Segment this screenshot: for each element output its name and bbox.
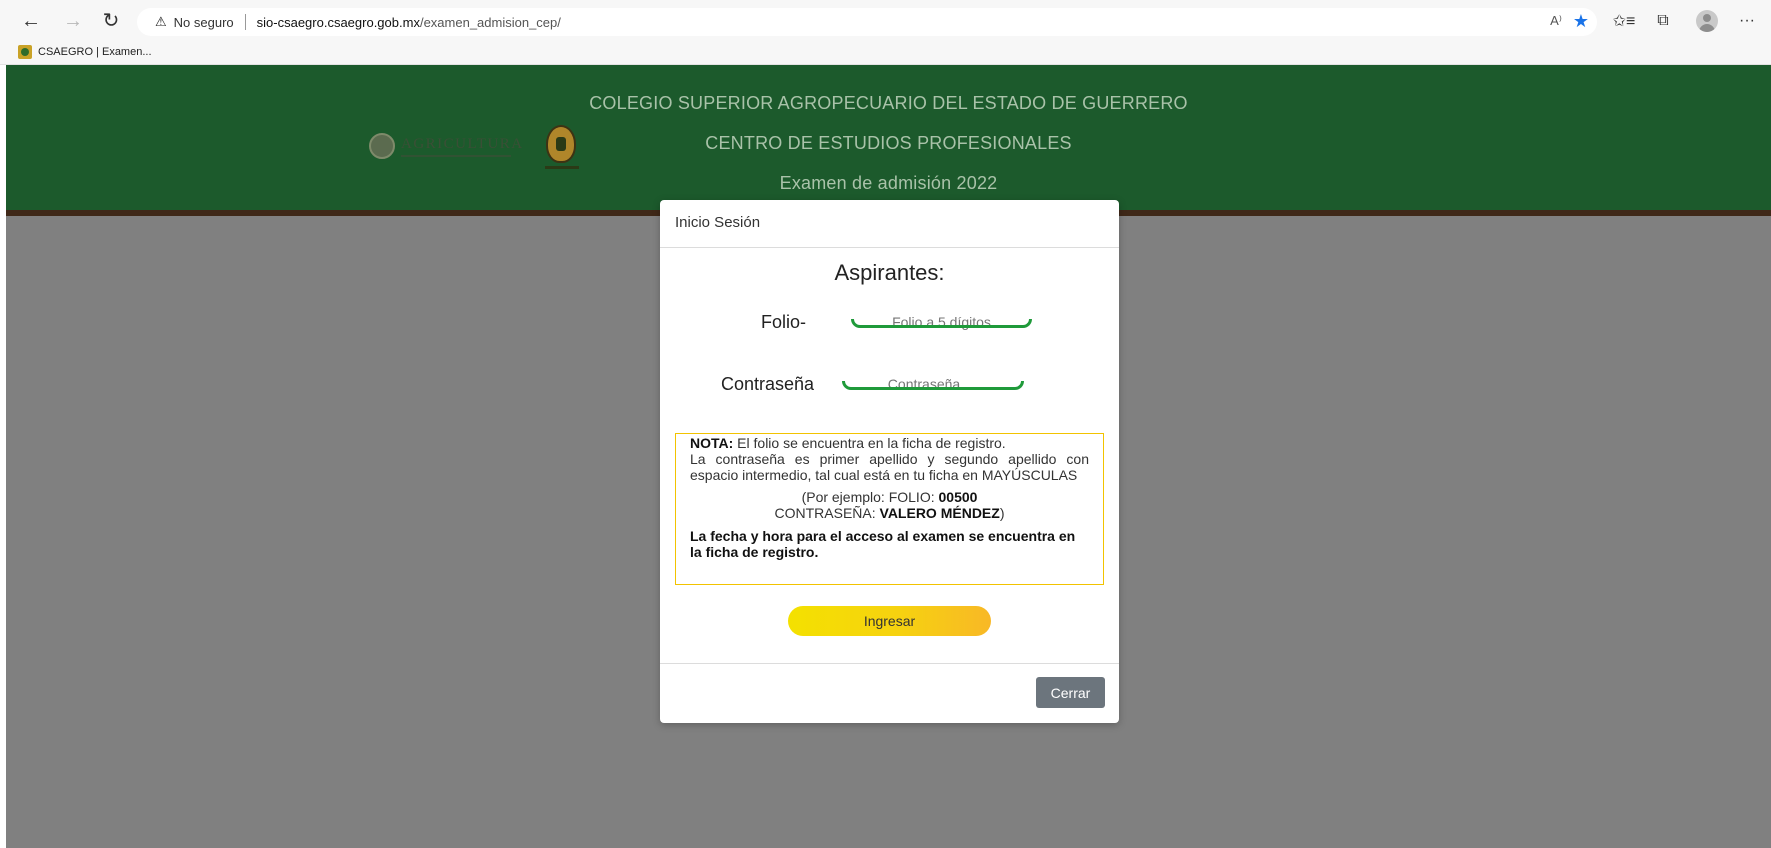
example-folio-value: 00500 [938, 489, 978, 505]
browser-toolbar: ← → ↻ ⚠ No seguro sio-csaegro.csaegro.go… [0, 0, 1771, 42]
collections-icon[interactable]: ⧉ [1652, 10, 1674, 32]
note-lead: NOTA: [690, 435, 734, 451]
note-password-rule: La contraseña es primer apellido y segun… [690, 451, 1089, 483]
example-folio-prefix: (Por ejemplo: FOLIO: [801, 489, 939, 505]
note-access-info: La fecha y hora para el acceso al examen… [690, 528, 1076, 560]
aspirants-heading: Aspirantes: [834, 260, 945, 285]
folio-input-underline [851, 319, 1032, 328]
header-institution: COLEGIO SUPERIOR AGROPECUARIO DEL ESTADO… [589, 93, 1188, 113]
back-arrow-icon[interactable]: ← [19, 9, 43, 33]
csaegro-favicon-icon [18, 45, 32, 59]
csaegro-logo-caption [545, 166, 579, 169]
password-label: Contraseña [721, 374, 815, 394]
close-button[interactable]: Cerrar [1036, 677, 1105, 708]
warning-icon: ⚠ [155, 14, 167, 29]
example-password-prefix: CONTRASEÑA: [774, 505, 880, 521]
modal-header: Inicio Sesión [660, 200, 1119, 248]
note-line1: El folio se encuentra en la ficha de reg… [733, 435, 1006, 451]
bookmarks-bar: CSAEGRO | Examen... [0, 42, 1771, 65]
url-host: sio-csaegro.csaegro.gob.mx [256, 14, 420, 30]
modal-footer: Cerrar [660, 663, 1119, 723]
note-example: (Por ejemplo: FOLIO: 00500 CONTRASEÑA: V… [690, 489, 1089, 521]
example-password-suffix: ) [999, 505, 1005, 521]
csaegro-logo-icon [546, 125, 576, 163]
favorite-star-icon[interactable]: ★ [1573, 11, 1589, 32]
login-note: NOTA: El folio se encuentra en la ficha … [675, 433, 1104, 585]
login-button[interactable]: Ingresar [788, 606, 991, 636]
login-modal: Inicio Sesión Aspirantes: Folio- Contras… [660, 200, 1119, 723]
refresh-icon[interactable]: ↻ [99, 9, 123, 33]
agricultura-logo: AGRICULTURA [369, 133, 524, 159]
security-indicator[interactable]: ⚠ No seguro [155, 14, 234, 30]
agricultura-logo-subline [401, 154, 511, 157]
password-input-underline [842, 381, 1024, 390]
profile-avatar-icon[interactable] [1696, 10, 1718, 32]
mexico-seal-icon [369, 133, 395, 159]
more-menu-icon[interactable]: ··· [1736, 10, 1758, 32]
note-body: NOTA: El folio se encuentra en la ficha … [690, 435, 1089, 483]
example-password-value: VALERO MÉNDEZ [879, 505, 1000, 521]
folio-label: Folio- [761, 312, 807, 332]
security-text: No seguro [173, 14, 234, 30]
bookmark-label: CSAEGRO | Examen... [38, 46, 152, 58]
favorites-list-icon[interactable]: ✩≡ [1613, 10, 1636, 32]
read-aloud-icon[interactable]: A⁾ [1550, 13, 1562, 29]
address-bar[interactable]: ⚠ No seguro sio-csaegro.csaegro.gob.mx/e… [137, 8, 1597, 36]
url-path: /examen_admision_cep/ [419, 14, 561, 30]
forward-arrow-icon[interactable]: → [61, 9, 85, 33]
header-center: CENTRO DE ESTUDIOS PROFESIONALES [705, 133, 1072, 153]
site-header: COLEGIO SUPERIOR AGROPECUARIO DEL ESTADO… [6, 65, 1771, 210]
bookmark-item[interactable]: CSAEGRO | Examen... [18, 45, 152, 59]
agricultura-logo-text: AGRICULTURA [401, 135, 524, 152]
modal-title: Inicio Sesión [675, 214, 761, 231]
header-exam-title: Examen de admisión 2022 [779, 173, 998, 193]
address-separator [244, 14, 246, 30]
